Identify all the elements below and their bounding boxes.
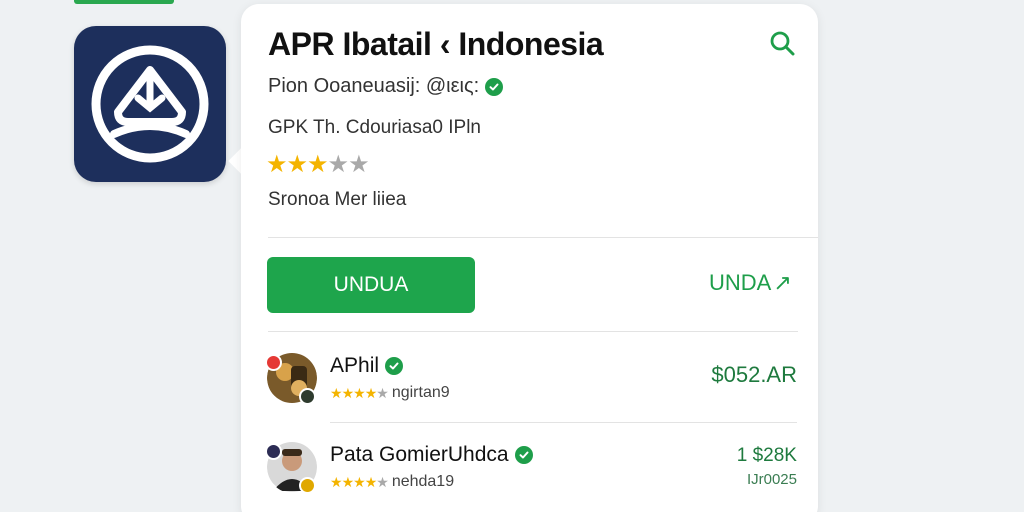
arrow-icon: ↗ xyxy=(773,270,792,295)
list-item[interactable]: APhil ★★★★★ ngirtan9 $052.AR xyxy=(265,352,797,416)
app-rating: ★★★★★ xyxy=(266,151,370,178)
star-icon: ★ xyxy=(327,151,349,178)
search-icon xyxy=(770,31,795,56)
item-name-row: APhil xyxy=(330,354,404,378)
star-icon: ★ xyxy=(376,473,389,490)
star-icon: ★ xyxy=(307,151,328,178)
star-icon: ★ xyxy=(330,473,343,490)
divider xyxy=(268,237,818,238)
developer-name: Pion Ooaneuasij: @ιεις: xyxy=(268,75,480,97)
version-info: GPK Th. Cdouriasa0 IPln xyxy=(268,117,481,138)
item-price: 1 $28K xyxy=(736,445,797,466)
developer-row: Pion Ooaneuasij: @ιεις: xyxy=(268,75,504,98)
top-accent-bar xyxy=(74,0,174,4)
item-price: $052.AR xyxy=(711,362,797,387)
item-rating: ★★★★★ xyxy=(330,473,389,491)
verified-icon xyxy=(514,446,533,464)
search-button[interactable] xyxy=(767,28,797,58)
badge-icon xyxy=(265,443,282,460)
star-icon: ★ xyxy=(341,473,355,490)
app-title: APR Ibatail ‹ Indonesia xyxy=(268,26,604,62)
download-button[interactable]: UNDUA xyxy=(267,257,475,313)
verified-icon xyxy=(485,77,504,96)
star-icon: ★ xyxy=(341,384,355,401)
item-name: Pata GomierUhdca xyxy=(330,443,509,466)
star-icon: ★ xyxy=(364,384,378,401)
list-item[interactable]: Pata GomierUhdca ★★★★★ nehda19 1 $28K IJ… xyxy=(265,441,797,505)
star-icon: ★ xyxy=(376,384,389,401)
download-link[interactable]: UNDA ↗ xyxy=(709,270,792,296)
star-icon: ★ xyxy=(266,151,287,178)
star-icon: ★ xyxy=(330,384,343,401)
star-icon: ★ xyxy=(353,384,366,401)
app-category: Sronoa Mer liiea xyxy=(268,189,407,210)
app-detail-card: APR Ibatail ‹ Indonesia Pion Ooaneuasij:… xyxy=(241,4,818,512)
app-logo-icon xyxy=(74,26,226,182)
item-meta: ★★★★★ ngirtan9 xyxy=(330,384,450,402)
item-meta: ★★★★★ nehda19 xyxy=(330,473,454,491)
item-subtitle: nehda19 xyxy=(391,473,455,490)
badge-icon xyxy=(299,477,316,494)
badge-icon xyxy=(265,354,282,371)
star-icon: ★ xyxy=(348,151,369,178)
badge-icon xyxy=(299,388,316,405)
item-subtitle: ngirtan9 xyxy=(391,384,450,401)
star-icon: ★ xyxy=(364,473,378,490)
item-price-detail: IJr0025 xyxy=(746,471,797,488)
item-name-row: Pata GomierUhdca xyxy=(330,443,533,467)
star-icon: ★ xyxy=(353,473,366,490)
divider xyxy=(330,422,797,423)
download-link-label: UNDA xyxy=(709,270,772,295)
verified-icon xyxy=(385,357,404,375)
item-rating: ★★★★★ xyxy=(330,384,389,402)
item-name: APhil xyxy=(330,354,380,377)
star-icon: ★ xyxy=(286,151,308,178)
divider xyxy=(268,331,798,332)
